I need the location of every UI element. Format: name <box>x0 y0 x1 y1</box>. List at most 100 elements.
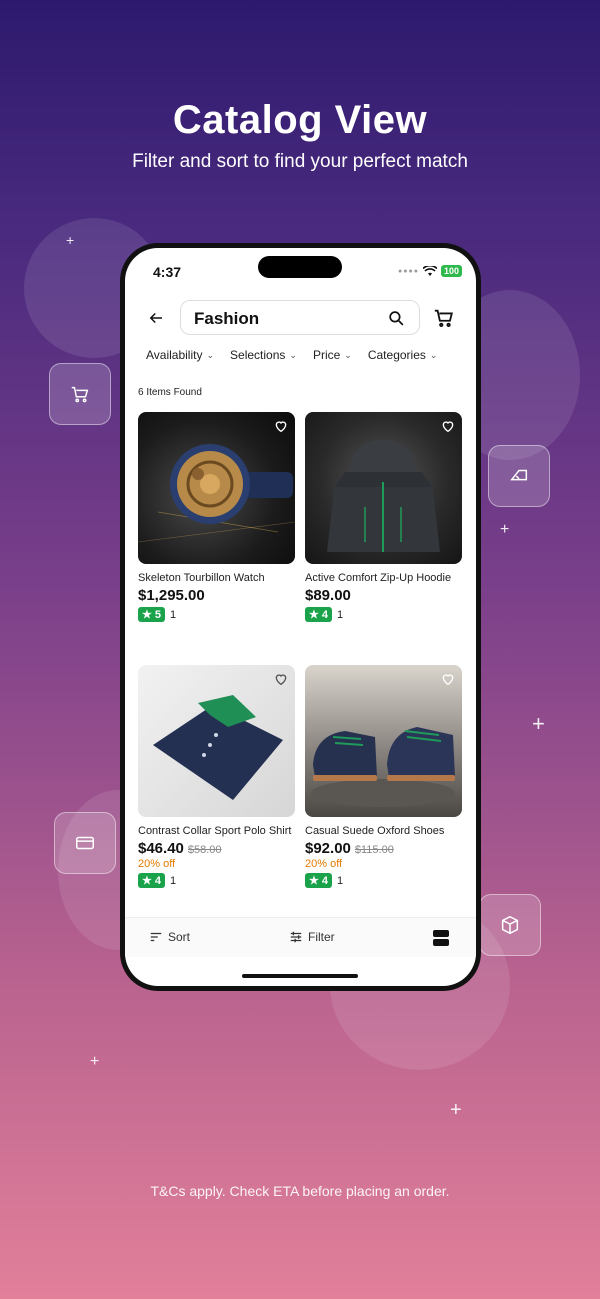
floating-tag-tile <box>488 445 550 507</box>
product-card[interactable]: Active Comfort Zip-Up Hoodie $89.00 ★ 4 1 <box>305 412 462 622</box>
filter-selections[interactable]: Selections ⌄ <box>230 348 297 362</box>
rating-row: ★ 4 1 <box>305 607 462 622</box>
product-image <box>305 665 462 817</box>
rating-count: 1 <box>170 874 177 887</box>
sort-icon <box>150 932 162 942</box>
product-card[interactable]: Skeleton Tourbillon Watch $1,295.00 ★ 5 1 <box>138 412 295 622</box>
sparkle-icon: + <box>532 711 545 736</box>
product-name: Casual Suede Oxford Shoes <box>305 825 445 837</box>
watch-illustration <box>138 444 295 543</box>
rating-value: 4 <box>154 874 161 887</box>
search-value: Fashion <box>194 309 260 328</box>
filter-sliders-icon <box>290 931 302 943</box>
original-price: $115.00 <box>354 844 394 856</box>
product-price: $1,295.00 <box>138 587 205 604</box>
star-icon: ★ <box>309 875 319 887</box>
polo-illustration <box>153 695 283 800</box>
rating-count: 1 <box>337 608 344 621</box>
sort-label: Sort <box>168 930 191 944</box>
rating-count: 1 <box>170 608 177 621</box>
product-price: $46.40 <box>138 840 184 857</box>
results-count: 6 Items Found <box>138 387 202 398</box>
price-row: $89.00 <box>305 587 462 604</box>
cart-icon <box>71 386 89 403</box>
sparkle-icon: + <box>66 232 75 248</box>
cart-icon[interactable] <box>433 307 455 329</box>
sparkle-icon: + <box>450 1099 462 1121</box>
search-icon[interactable] <box>387 309 406 328</box>
sort-button[interactable]: Sort <box>149 930 190 944</box>
rating-value: 5 <box>154 608 161 621</box>
status-icons: ●●●● 100 <box>398 265 462 277</box>
promo-subhead: Filter and sort to find your perfect mat… <box>132 151 468 172</box>
list-view-toggle-icon[interactable] <box>432 929 450 947</box>
product-card[interactable]: Casual Suede Oxford Shoes $92.00 $115.00… <box>305 665 462 888</box>
credit-card-icon <box>76 836 94 850</box>
search-input[interactable]: Fashion <box>180 300 420 335</box>
heart-icon[interactable] <box>273 671 289 687</box>
search-row: Fashion <box>125 300 476 336</box>
rating-value: 4 <box>321 874 328 887</box>
wifi-icon <box>422 265 437 276</box>
heart-icon[interactable] <box>440 418 456 434</box>
rating-row: ★ 4 1 <box>305 873 462 888</box>
chevron-down-icon: ⌄ <box>429 349 438 360</box>
rating-value: 4 <box>321 608 328 621</box>
shoes-illustration <box>311 727 455 807</box>
rating-row: ★ 4 1 <box>138 873 295 888</box>
filter-label: Categories <box>367 348 426 362</box>
heart-icon[interactable] <box>440 671 456 687</box>
status-bar: 4:37 ●●●● 100 <box>125 248 476 296</box>
filter-label: Availability <box>146 348 203 362</box>
tag-icon <box>510 469 528 481</box>
chevron-down-icon: ⌄ <box>206 349 215 360</box>
bottom-toolbar: Sort Filter <box>125 917 476 957</box>
chevron-down-icon: ⌄ <box>344 349 352 360</box>
home-indicator <box>242 974 358 978</box>
footer-note: T&Cs apply. Check ETA before placing an … <box>150 1183 450 1199</box>
hoodie-illustration <box>327 439 440 552</box>
price-row: $1,295.00 <box>138 587 295 604</box>
product-name: Active Comfort Zip-Up Hoodie <box>305 572 452 584</box>
status-time: 4:37 <box>153 264 182 280</box>
product-price: $92.00 <box>305 840 351 857</box>
dynamic-island <box>258 256 342 278</box>
filter-categories[interactable]: Categories ⌄ <box>368 348 438 362</box>
floating-card-tile <box>54 812 116 874</box>
filter-price[interactable]: Price ⌄ <box>313 348 352 362</box>
rating-row: ★ 5 1 <box>138 607 295 622</box>
product-image <box>138 665 295 817</box>
product-name: Skeleton Tourbillon Watch <box>138 572 265 584</box>
product-card[interactable]: Contrast Collar Sport Polo Shirt $46.40 … <box>138 665 295 888</box>
star-icon: ★ <box>142 609 152 621</box>
battery-indicator: 100 <box>440 265 462 277</box>
floating-box-tile <box>479 894 541 956</box>
promo-headline: Catalog View <box>172 98 428 142</box>
sparkle-icon: + <box>500 521 510 538</box>
product-price: $89.00 <box>305 587 351 604</box>
app-screen: 4:37 ●●●● 100 Fashion Availability ⌄ Sele… <box>125 248 476 986</box>
back-arrow-icon[interactable] <box>147 309 165 327</box>
rating-count: 1 <box>337 874 344 887</box>
product-name: Contrast Collar Sport Polo Shirt <box>138 825 292 837</box>
rating-badge: ★ 4 <box>138 873 165 888</box>
rating-badge: ★ 5 <box>138 607 165 622</box>
heart-icon[interactable] <box>273 418 289 434</box>
product-image <box>305 412 462 564</box>
product-image <box>138 412 295 564</box>
phone-mockup: 4:37 ●●●● 100 Fashion Availability ⌄ Sele… <box>120 243 481 991</box>
sparkle-icon: + <box>90 1053 100 1070</box>
price-row: $46.40 $58.00 <box>138 840 295 857</box>
filter-button[interactable]: Filter <box>289 930 335 944</box>
signal-icon: ●●●● <box>398 267 419 275</box>
filter-availability[interactable]: Availability ⌄ <box>146 348 214 362</box>
star-icon: ★ <box>142 875 152 887</box>
floating-cart-tile <box>49 363 111 425</box>
rating-badge: ★ 4 <box>305 873 332 888</box>
price-row: $92.00 $115.00 <box>305 840 462 857</box>
filter-label: Filter <box>308 930 335 944</box>
star-icon: ★ <box>309 609 319 621</box>
original-price: $58.00 <box>187 844 222 856</box>
package-icon <box>501 915 519 935</box>
chevron-down-icon: ⌄ <box>289 349 297 360</box>
